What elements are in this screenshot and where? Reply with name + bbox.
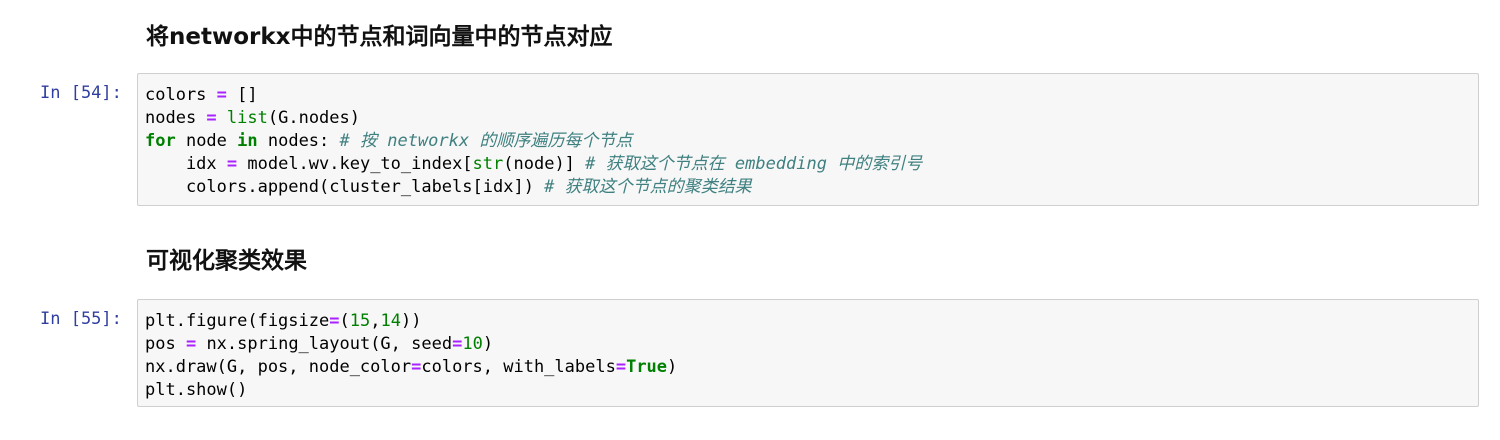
code-token: = xyxy=(185,334,197,354)
code-token: True xyxy=(626,357,668,377)
code-token: (G.nodes) xyxy=(267,108,360,128)
code-line: nodes = list(G.nodes) xyxy=(145,107,1478,130)
code-token: = xyxy=(452,334,463,354)
code-token: = xyxy=(329,311,340,331)
cell-prompt-54: In [54]: xyxy=(40,83,122,103)
code-token: ) xyxy=(667,357,678,377)
code-token: = xyxy=(226,154,238,174)
code-line: plt.figure(figsize=(15,14)) xyxy=(145,310,1478,333)
code-token: 10 xyxy=(462,334,483,354)
code-token: = xyxy=(411,357,422,377)
code-line: pos = nx.spring_layout(G, seed=10) xyxy=(145,333,1478,356)
code-line: colors.append(cluster_labels[idx]) # 获取这… xyxy=(145,176,1478,199)
code-token: = xyxy=(216,85,227,105)
code-line: for node in nodes: # 按 networkx 的顺序遍历每个节… xyxy=(145,130,1478,153)
code-token: pos xyxy=(145,334,186,354)
code-token: [] xyxy=(226,85,258,105)
code-token: # 按 networkx 的顺序遍历每个节点 xyxy=(339,131,633,151)
code-token: nx.spring_layout(G, seed xyxy=(196,334,453,354)
code-token: )) xyxy=(400,311,422,331)
code-editor[interactable]: plt.figure(figsize=(15,14)) pos = nx.spri… xyxy=(138,300,1478,402)
code-line: idx = model.wv.key_to_index[str(node)] #… xyxy=(145,153,1478,176)
code-token: colors.append(cluster_labels[idx]) xyxy=(145,177,545,197)
code-token: 15 xyxy=(349,311,371,331)
code-token: idx xyxy=(145,154,227,174)
code-token: node xyxy=(175,131,238,151)
code-token: plt.figure(figsize xyxy=(145,311,330,331)
code-token: in xyxy=(237,131,258,151)
code-cell-54[interactable]: colors = [] nodes = list(G.nodes) for node… xyxy=(137,73,1479,206)
code-token: nodes: xyxy=(257,131,340,151)
code-token: plt.show() xyxy=(145,380,248,400)
code-token: (node)] xyxy=(503,154,586,174)
code-token: 14 xyxy=(380,311,401,331)
code-token: # 获取这个节点的聚类结果 xyxy=(544,177,752,197)
code-token: list xyxy=(226,108,268,128)
code-cell-55[interactable]: plt.figure(figsize=(15,14)) pos = nx.spri… xyxy=(137,299,1479,407)
markdown-heading-node-mapping: 将networkx中的节点和词向量中的节点对应 xyxy=(146,24,613,50)
code-token: str xyxy=(472,154,504,174)
code-token: colors, with_labels xyxy=(421,357,616,377)
code-token: ( xyxy=(339,311,350,331)
code-editor[interactable]: colors = [] nodes = list(G.nodes) for node… xyxy=(138,74,1478,199)
code-token: , xyxy=(370,311,381,331)
cell-prompt-55: In [55]: xyxy=(40,309,122,329)
markdown-heading-visualize-clusters: 可视化聚类效果 xyxy=(146,248,307,274)
code-token: nx.draw(G, pos, node_color xyxy=(145,357,412,377)
code-line: plt.show() xyxy=(145,379,1478,402)
code-token: for xyxy=(145,131,176,151)
code-token: nodes xyxy=(145,108,207,128)
code-token: model.wv.key_to_index[ xyxy=(237,154,473,174)
code-token: ) xyxy=(482,334,494,354)
code-token: = xyxy=(615,357,627,377)
code-line: colors = [] xyxy=(145,84,1478,107)
code-token: = xyxy=(206,108,217,128)
code-token: colors xyxy=(145,85,217,105)
code-line: nx.draw(G, pos, node_color=colors, with_… xyxy=(145,356,1478,379)
code-token: # 获取这个节点在 embedding 中的索引号 xyxy=(585,154,923,174)
